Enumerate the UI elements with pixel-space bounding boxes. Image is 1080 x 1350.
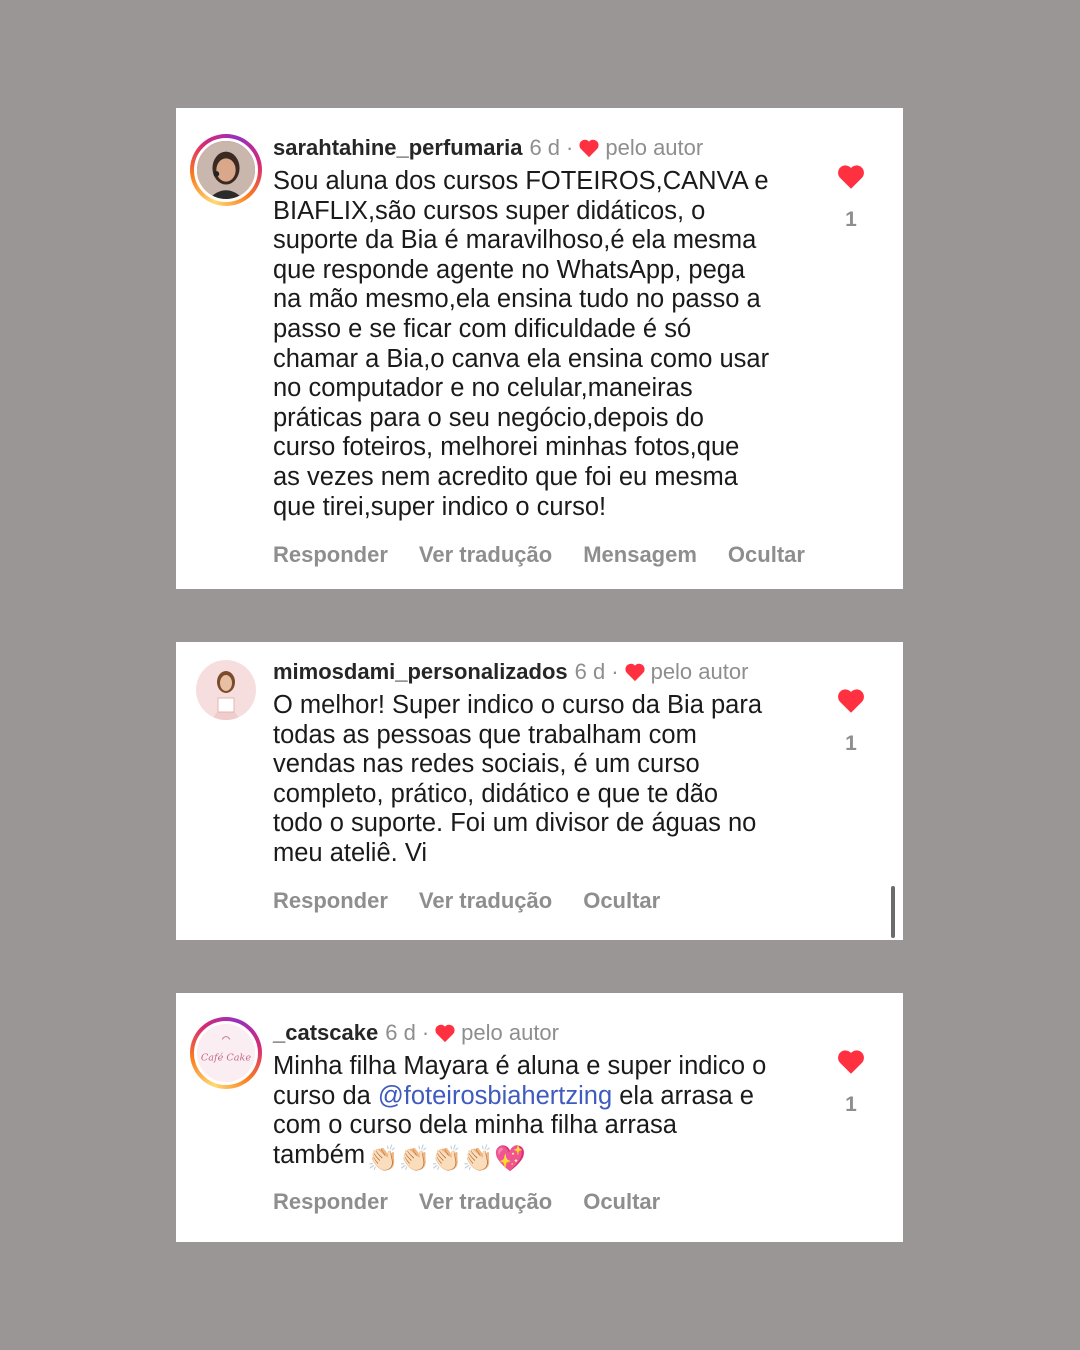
comment-card-sarahtahine: sarahtahine_perfumaria 6 d · pelo autor … — [176, 108, 903, 589]
like-count: 1 — [845, 732, 857, 755]
comment-content: mimosdami_personalizados 6 d · pelo auto… — [273, 658, 793, 869]
like-heart-icon[interactable] — [836, 163, 866, 190]
comment-time: 6 d — [385, 1020, 416, 1045]
like-control: 1 — [836, 163, 866, 232]
comment-actions: Responder Ver tradução Ocultar — [273, 1189, 660, 1215]
see-translation-button[interactable]: Ver tradução — [419, 888, 552, 914]
comment-card-mimosdami: mimosdami_personalizados 6 d · pelo auto… — [176, 642, 903, 940]
reply-button[interactable]: Responder — [273, 1189, 388, 1215]
reply-button[interactable]: Responder — [273, 888, 388, 914]
comment-text: O melhor! Super indico o curso da Bia pa… — [273, 691, 763, 867]
separator: · — [566, 135, 574, 160]
clapping-heart-emojis: 👏🏻👏🏻👏🏻👏🏻💖 — [367, 1144, 526, 1173]
comment-card-catscake: Café Cake _catscake 6 d · pelo autor Min… — [176, 993, 903, 1242]
see-translation-button[interactable]: Ver tradução — [419, 1189, 552, 1215]
author-heart-icon — [579, 139, 599, 158]
username[interactable]: sarahtahine_perfumaria — [273, 134, 522, 162]
comment-content: sarahtahine_perfumaria 6 d · pelo autor … — [273, 134, 793, 522]
author-heart-icon — [625, 663, 645, 682]
avatar-photo-icon — [196, 660, 256, 720]
liked-by-author-label: pelo autor — [461, 1020, 559, 1045]
scrollbar[interactable] — [891, 886, 895, 938]
like-control: 1 — [836, 687, 866, 756]
comment-time: 6 d — [574, 659, 606, 684]
like-count: 1 — [845, 1093, 857, 1116]
username[interactable]: mimosdami_personalizados — [273, 658, 568, 686]
comment-meta: _catscake 6 d · pelo autor — [273, 1019, 793, 1047]
comment-meta: sarahtahine_perfumaria 6 d · pelo autor — [273, 134, 793, 162]
comment-text: Minha filha Mayara é aluna e super indic… — [273, 1052, 793, 1174]
hide-button[interactable]: Ocultar — [583, 888, 660, 914]
comment-text: Sou aluna dos cursos FOTEIROS,CANVA e BI… — [273, 167, 770, 521]
liked-by-author-label: pelo autor — [605, 135, 704, 160]
avatar-logo-text: Café Cake — [201, 1053, 251, 1064]
avatar-catscake[interactable]: Café Cake — [190, 1017, 262, 1089]
separator: · — [421, 1020, 430, 1045]
avatar-sarahtahine[interactable] — [190, 134, 262, 206]
see-translation-button[interactable]: Ver tradução — [419, 542, 552, 568]
comment-content: _catscake 6 d · pelo autor Minha filha M… — [273, 1019, 793, 1174]
reply-button[interactable]: Responder — [273, 542, 388, 568]
comment-actions: Responder Ver tradução Mensagem Ocultar — [273, 542, 805, 568]
hide-button[interactable]: Ocultar — [728, 542, 805, 568]
like-heart-icon[interactable] — [836, 1048, 866, 1075]
message-button[interactable]: Mensagem — [583, 542, 697, 568]
username[interactable]: _catscake — [273, 1019, 378, 1047]
mention-link[interactable]: @foteirosbiahertzing — [378, 1082, 612, 1110]
hide-button[interactable]: Ocultar — [583, 1189, 660, 1215]
avatar-mimosdami[interactable] — [190, 654, 262, 726]
comment-actions: Responder Ver tradução Ocultar — [273, 888, 660, 914]
like-control: 1 — [836, 1048, 866, 1117]
comment-time: 6 d — [529, 135, 561, 160]
cafe-cake-logo-icon: Café Cake — [197, 1024, 255, 1082]
author-heart-icon — [435, 1024, 455, 1043]
like-count: 1 — [845, 208, 857, 231]
liked-by-author-label: pelo autor — [650, 659, 749, 684]
like-heart-icon[interactable] — [836, 687, 866, 714]
avatar-photo-icon — [197, 141, 255, 199]
comment-meta: mimosdami_personalizados 6 d · pelo auto… — [273, 658, 793, 686]
separator: · — [611, 659, 619, 684]
